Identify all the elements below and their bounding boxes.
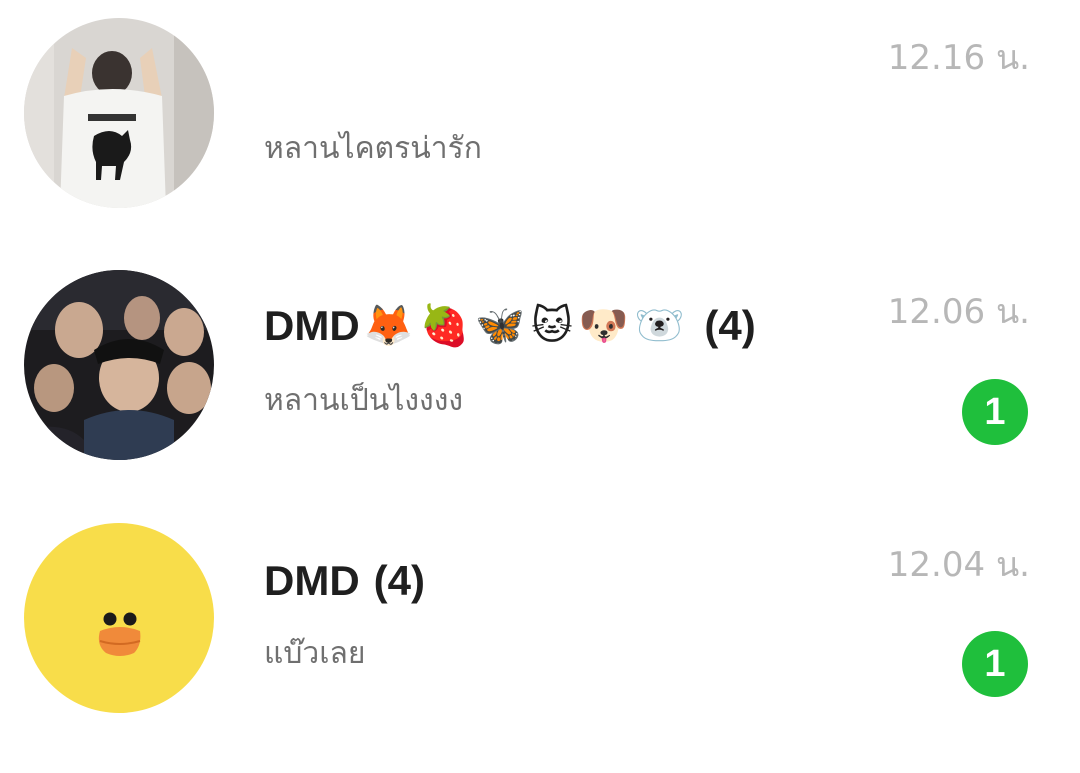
chat-list-item[interactable]: DMD 🦊 🍓 🦋 🐱 🐶 🐻‍❄️ (4) หลานเป็นไงงงง 12.… [0, 252, 1080, 502]
polar-bear-icon: 🐻‍❄️ [634, 304, 685, 348]
avatar[interactable] [24, 18, 214, 208]
message-preview: หลานเป็นไงงงง [264, 383, 463, 418]
sally-chick-icon [24, 523, 214, 713]
chat-list-item[interactable]: DMD (4) แบ๊วเลย 12.04 น. 1 [0, 505, 1080, 755]
name-emojis: 🦊 🍓 🦋 🐱 🐶 🐻‍❄️ [364, 306, 685, 346]
chat-list-item[interactable]: หลานไคตรน่ารัก 12.16 น. [0, 0, 1080, 250]
unread-badge: 1 [962, 379, 1028, 445]
person-photo-icon [24, 18, 214, 208]
message-preview: แบ๊วเลย [264, 636, 366, 671]
cat-icon: 🐱 [531, 304, 573, 348]
timestamp: 12.04 น. [887, 545, 1030, 585]
group-name: DMD [264, 302, 360, 349]
chat-name: DMD 🦊 🍓 🦋 🐱 🐶 🐻‍❄️ (4) [264, 302, 756, 350]
strawberry-icon: 🍓 [419, 304, 470, 348]
timestamp: 12.16 น. [887, 38, 1030, 78]
member-count: (4) [373, 557, 425, 604]
member-count: (4) [704, 302, 756, 349]
chat-name: DMD (4) [264, 557, 425, 605]
avatar[interactable] [24, 523, 214, 713]
fox-icon: 🦊 [363, 304, 414, 348]
unread-badge: 1 [962, 631, 1028, 697]
message-preview: หลานไคตรน่ารัก [264, 131, 482, 166]
group-photo-icon [24, 270, 214, 460]
dog-icon: 🐶 [578, 304, 629, 348]
timestamp: 12.06 น. [887, 292, 1030, 332]
butterfly-icon: 🦋 [475, 304, 526, 348]
avatar[interactable] [24, 270, 214, 460]
group-name: DMD [264, 557, 360, 604]
